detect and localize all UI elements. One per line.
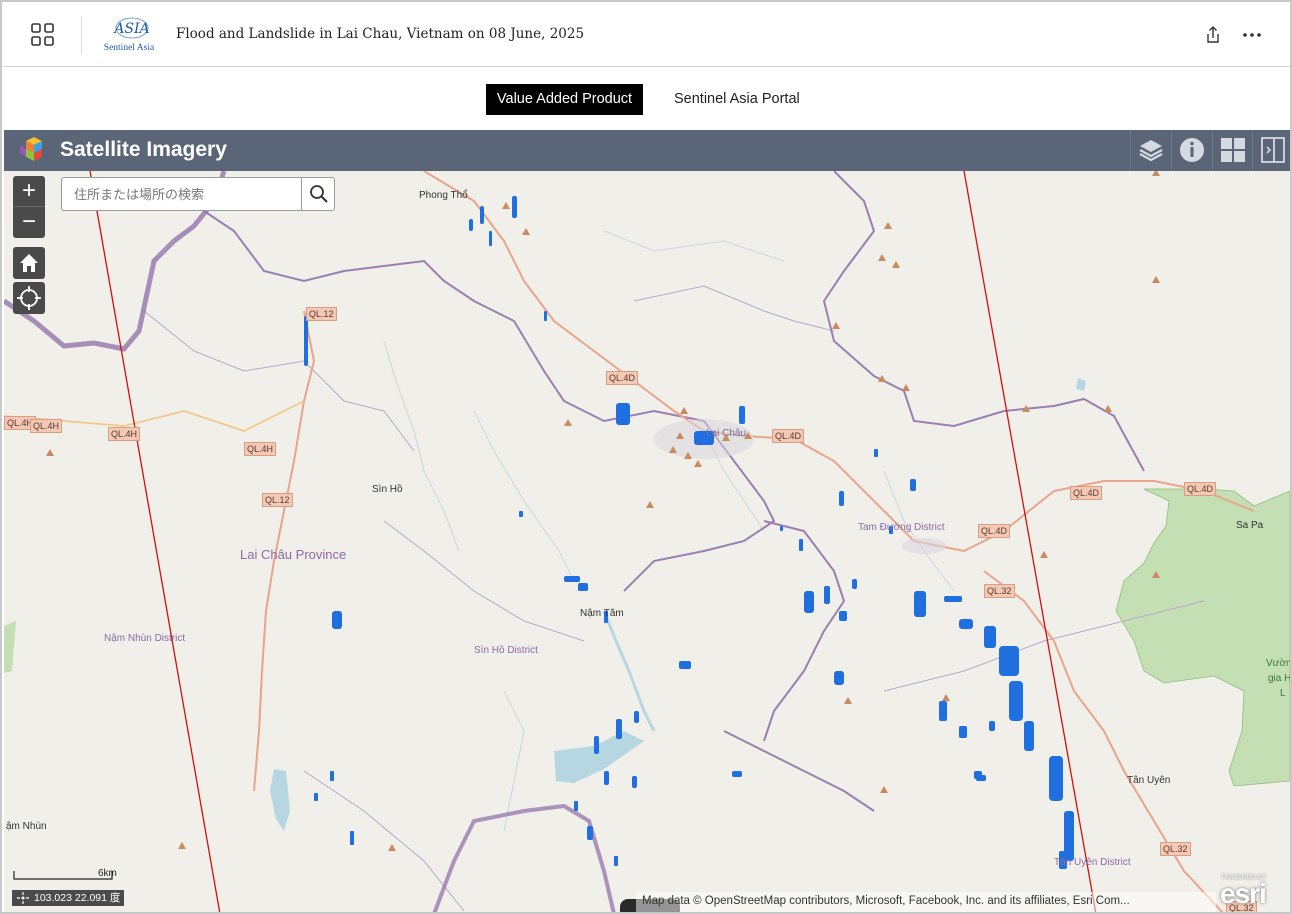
road-shield: QL.4D — [772, 429, 805, 443]
scale-label: 6km — [98, 868, 117, 879]
more-options-button[interactable] — [1240, 24, 1264, 46]
top-header: ASIA Sentinel Asia Flood and Landslide i… — [2, 2, 1290, 67]
zoom-in-button[interactable]: + — [13, 176, 45, 207]
national-park-area — [1115, 488, 1290, 787]
grid-view-button[interactable] — [1212, 130, 1252, 171]
place-label: Vườn — [1266, 658, 1290, 669]
road-shield: QL.4D — [1184, 482, 1217, 496]
lake — [270, 769, 290, 831]
district-label: Nậm Nhùn District — [104, 633, 186, 644]
esri-logo: POWERED BY esri — [1218, 874, 1278, 910]
share-button[interactable] — [1202, 24, 1224, 46]
road-shield: QL.4D — [978, 524, 1011, 538]
page-title: Flood and Landslide in Lai Chau, Vietnam… — [176, 26, 585, 42]
info-icon — [1180, 138, 1204, 162]
place-label: L — [1280, 688, 1286, 699]
district-label: Sìn Hồ District — [474, 645, 538, 656]
ellipsis-icon — [1243, 33, 1261, 37]
map-widget-header: Satellite Imagery — [4, 130, 1290, 171]
search-box — [61, 177, 335, 211]
sentinel-asia-logo: ASIA Sentinel Asia — [98, 14, 164, 56]
forest-patch — [4, 621, 16, 673]
provincial-boundaries — [173, 171, 1145, 812]
scale-bar: 6km — [12, 868, 122, 882]
widget-title: Satellite Imagery — [60, 138, 227, 161]
search-icon — [310, 185, 328, 203]
header-divider — [81, 16, 82, 54]
road-shield: QL.32 — [984, 584, 1015, 598]
country-border-south — [432, 803, 616, 912]
district-label: Tân Uyên District — [1054, 857, 1131, 868]
place-label: Sa Pa — [1236, 520, 1264, 531]
road-shield: QL.4H — [30, 419, 63, 433]
grid-icon — [31, 23, 54, 46]
town-area — [902, 538, 946, 554]
coordinate-readout[interactable]: 103.023 22.091 度 — [12, 890, 125, 906]
road-shield: QL.32 — [1160, 842, 1191, 856]
footprint-line — [963, 171, 1097, 912]
share-icon — [1207, 26, 1219, 43]
info-button[interactable] — [1171, 130, 1211, 171]
zoom-controls: + − — [13, 176, 45, 238]
coordinate-text: 103.023 22.091 度 — [34, 892, 121, 904]
imagery-app-icon — [18, 135, 50, 165]
zoom-out-button[interactable]: − — [13, 207, 45, 238]
sidebar-icon — [1261, 137, 1285, 163]
layers-button[interactable] — [1130, 130, 1170, 171]
map-view[interactable]: Phong Thổ Lai Châu Sìn Hồ Nậm Tăm Sa Pa … — [4, 171, 1290, 912]
footprint-line — [89, 171, 221, 912]
flood-detections — [304, 196, 1074, 869]
logo-mark: ASIA — [112, 21, 149, 37]
app-frame: ASIA Sentinel Asia Flood and Landslide i… — [0, 0, 1292, 914]
district-label: Tam Đường District — [858, 522, 945, 533]
place-label: Phong Thổ — [419, 190, 468, 201]
tab-value-added-product[interactable]: Value Added Product — [486, 84, 643, 115]
national-roads — [253, 171, 1255, 912]
place-label: Tân Uyên — [1127, 775, 1171, 786]
grid-view-icon — [1221, 138, 1245, 162]
road-shield: QL.4H — [244, 442, 277, 456]
layers-icon — [1139, 140, 1163, 162]
place-label: Lai Châu — [706, 428, 747, 439]
esri-wordmark: esri — [1220, 878, 1267, 909]
road-shield: QL.4D — [1070, 486, 1103, 500]
home-icon — [20, 254, 38, 272]
place-label: ậm Nhùn — [6, 821, 47, 832]
place-label: Sìn Hồ — [372, 484, 403, 495]
district-boundaries — [143, 285, 1205, 912]
locate-button[interactable] — [13, 282, 45, 314]
sidebar-toggle-button[interactable] — [1252, 130, 1290, 171]
pond — [1076, 378, 1086, 391]
road-shield: QL.12 — [262, 493, 293, 507]
map-attribution: Map data © OpenStreetMap contributors, M… — [636, 892, 1216, 912]
road-shield: QL.12 — [306, 307, 337, 321]
search-input[interactable] — [62, 178, 302, 210]
home-button[interactable] — [13, 247, 45, 279]
crosshair-icon — [17, 892, 29, 904]
tab-bar: Value Added Product Sentinel Asia Portal — [2, 68, 1290, 130]
locate-icon — [17, 286, 41, 310]
road-shield: QL.4H — [108, 427, 141, 441]
road-shield: QL.4D — [606, 371, 639, 385]
place-label: gia H — [1268, 673, 1290, 684]
search-button[interactable] — [301, 178, 334, 210]
place-label: Nậm Tăm — [580, 608, 624, 619]
logo-text: Sentinel Asia — [104, 43, 155, 53]
river — [602, 610, 656, 732]
tab-sentinel-asia-portal[interactable]: Sentinel Asia Portal — [666, 84, 808, 115]
basemap — [4, 171, 1290, 912]
province-label: Lai Châu Province — [240, 547, 347, 562]
apps-grid-button[interactable] — [28, 20, 58, 50]
